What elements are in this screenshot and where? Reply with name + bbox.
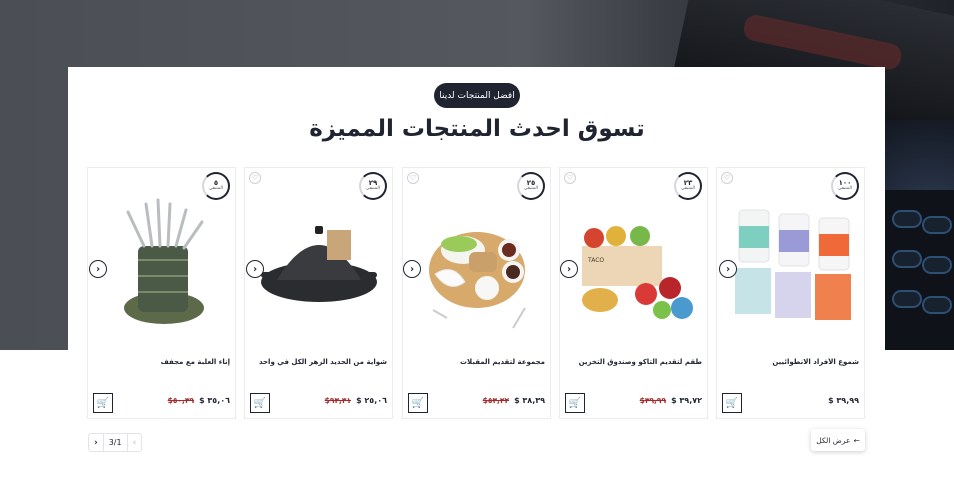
- heart-icon[interactable]: ♡: [249, 172, 261, 184]
- product-image[interactable]: [255, 190, 383, 340]
- chevron-right-icon[interactable]: ›: [89, 260, 107, 278]
- cart-icon[interactable]: 🛒: [250, 393, 270, 413]
- product-price: $ ٣٩,٩٩: [823, 396, 859, 405]
- stock-label: المتبقي: [681, 186, 695, 192]
- cart-icon[interactable]: 🛒: [722, 393, 742, 413]
- product-price: $٩٣,٣١ $ ٢٥,٠٦: [325, 396, 387, 405]
- old-price: $٩٣,٣١: [324, 396, 352, 405]
- prev-page-button[interactable]: ‹: [128, 434, 142, 451]
- product-price: $٥٣,٢٢ $ ٣٨,٣٩: [483, 396, 545, 405]
- stock-label: المتبقي: [209, 186, 223, 192]
- old-price: $٥٣,٢٢: [482, 396, 510, 405]
- chevron-right-icon[interactable]: ›: [246, 260, 264, 278]
- product-image[interactable]: [413, 190, 541, 340]
- product-card[interactable]: ٢٥ المتبقي ♡ › مجموعة لتقديم المقبلات $٥…: [402, 167, 551, 419]
- view-all-label: عرض الكل: [816, 435, 851, 445]
- svg-text:TACO: TACO: [587, 257, 604, 264]
- product-image[interactable]: [727, 190, 855, 340]
- product-card[interactable]: TACO ٢٣ المتبقي ♡ › طقم لتقديم التاكو وص…: [559, 167, 708, 419]
- stock-label: المتبقي: [838, 186, 852, 192]
- product-name[interactable]: شواية من الحديد الزهر الكل في واحد: [249, 358, 387, 366]
- product-price: $٥٠,٣٩ $ ٣٥,٠٦: [168, 396, 230, 405]
- cart-icon[interactable]: 🛒: [565, 393, 585, 413]
- product-card[interactable]: ١٠٠ المتبقي ♡ › شموع الأفراد الانطوائيين…: [716, 167, 865, 419]
- arrow-left-icon: ←: [853, 435, 860, 445]
- chevron-right-icon[interactable]: ›: [560, 260, 578, 278]
- current-price: $ ٢٥,٠٦: [356, 396, 387, 405]
- product-image[interactable]: [98, 190, 226, 340]
- product-price: $٣٩,٩٩ $ ٣٩,٧٢: [640, 396, 702, 405]
- heart-icon[interactable]: ♡: [721, 172, 733, 184]
- section-badge: افضل المنتجات لدينا: [434, 83, 520, 108]
- current-price: $ ٣٩,٩٩: [828, 396, 859, 405]
- product-name[interactable]: طقم لتقديم التاكو وصندوق التخزين: [564, 358, 702, 366]
- current-price: $ ٣٥,٠٦: [199, 396, 230, 405]
- stock-badge: ١٠٠ المتبقي: [831, 172, 859, 200]
- product-card[interactable]: ٢٩ المتبقي ♡ › شواية من الحديد الزهر الك…: [244, 167, 393, 419]
- heart-icon[interactable]: ♡: [407, 172, 419, 184]
- current-price: $ ٣٨,٣٩: [514, 396, 545, 405]
- page-counter: 3/1: [102, 434, 128, 451]
- old-price: $٣٩,٩٩: [639, 396, 667, 405]
- stock-badge: ٢٩ المتبقي: [359, 172, 387, 200]
- product-name[interactable]: شموع الأفراد الانطوائيين: [721, 358, 859, 366]
- stock-label: المتبقي: [524, 186, 538, 192]
- stock-badge: ٢٣ المتبقي: [674, 172, 702, 200]
- next-page-button[interactable]: ›: [89, 434, 103, 451]
- product-name[interactable]: إناء العلبة مع مجفف: [92, 358, 230, 366]
- product-name[interactable]: مجموعة لتقديم المقبلات: [407, 358, 545, 366]
- chevron-right-icon[interactable]: ›: [719, 260, 737, 278]
- cart-icon[interactable]: 🛒: [408, 393, 428, 413]
- stock-label: المتبقي: [366, 186, 380, 192]
- stock-badge: ٢٥ المتبقي: [517, 172, 545, 200]
- chevron-right-icon[interactable]: ›: [403, 260, 421, 278]
- cart-icon[interactable]: 🛒: [93, 393, 113, 413]
- current-price: $ ٣٩,٧٢: [671, 396, 702, 405]
- product-card[interactable]: ٥ المتبقي › إناء العلبة مع مجفف $٥٠,٣٩ $…: [87, 167, 236, 419]
- heart-icon[interactable]: ♡: [564, 172, 576, 184]
- view-all-button[interactable]: عرض الكل ←: [811, 429, 865, 451]
- pagination: › 3/1 ‹: [88, 433, 143, 452]
- stock-badge: ٥ المتبقي: [202, 172, 230, 200]
- product-image[interactable]: TACO: [570, 190, 698, 340]
- old-price: $٥٠,٣٩: [167, 396, 195, 405]
- section-title: تسوق احدث المنتجات المميزة: [309, 116, 645, 142]
- tray-image: [884, 190, 954, 350]
